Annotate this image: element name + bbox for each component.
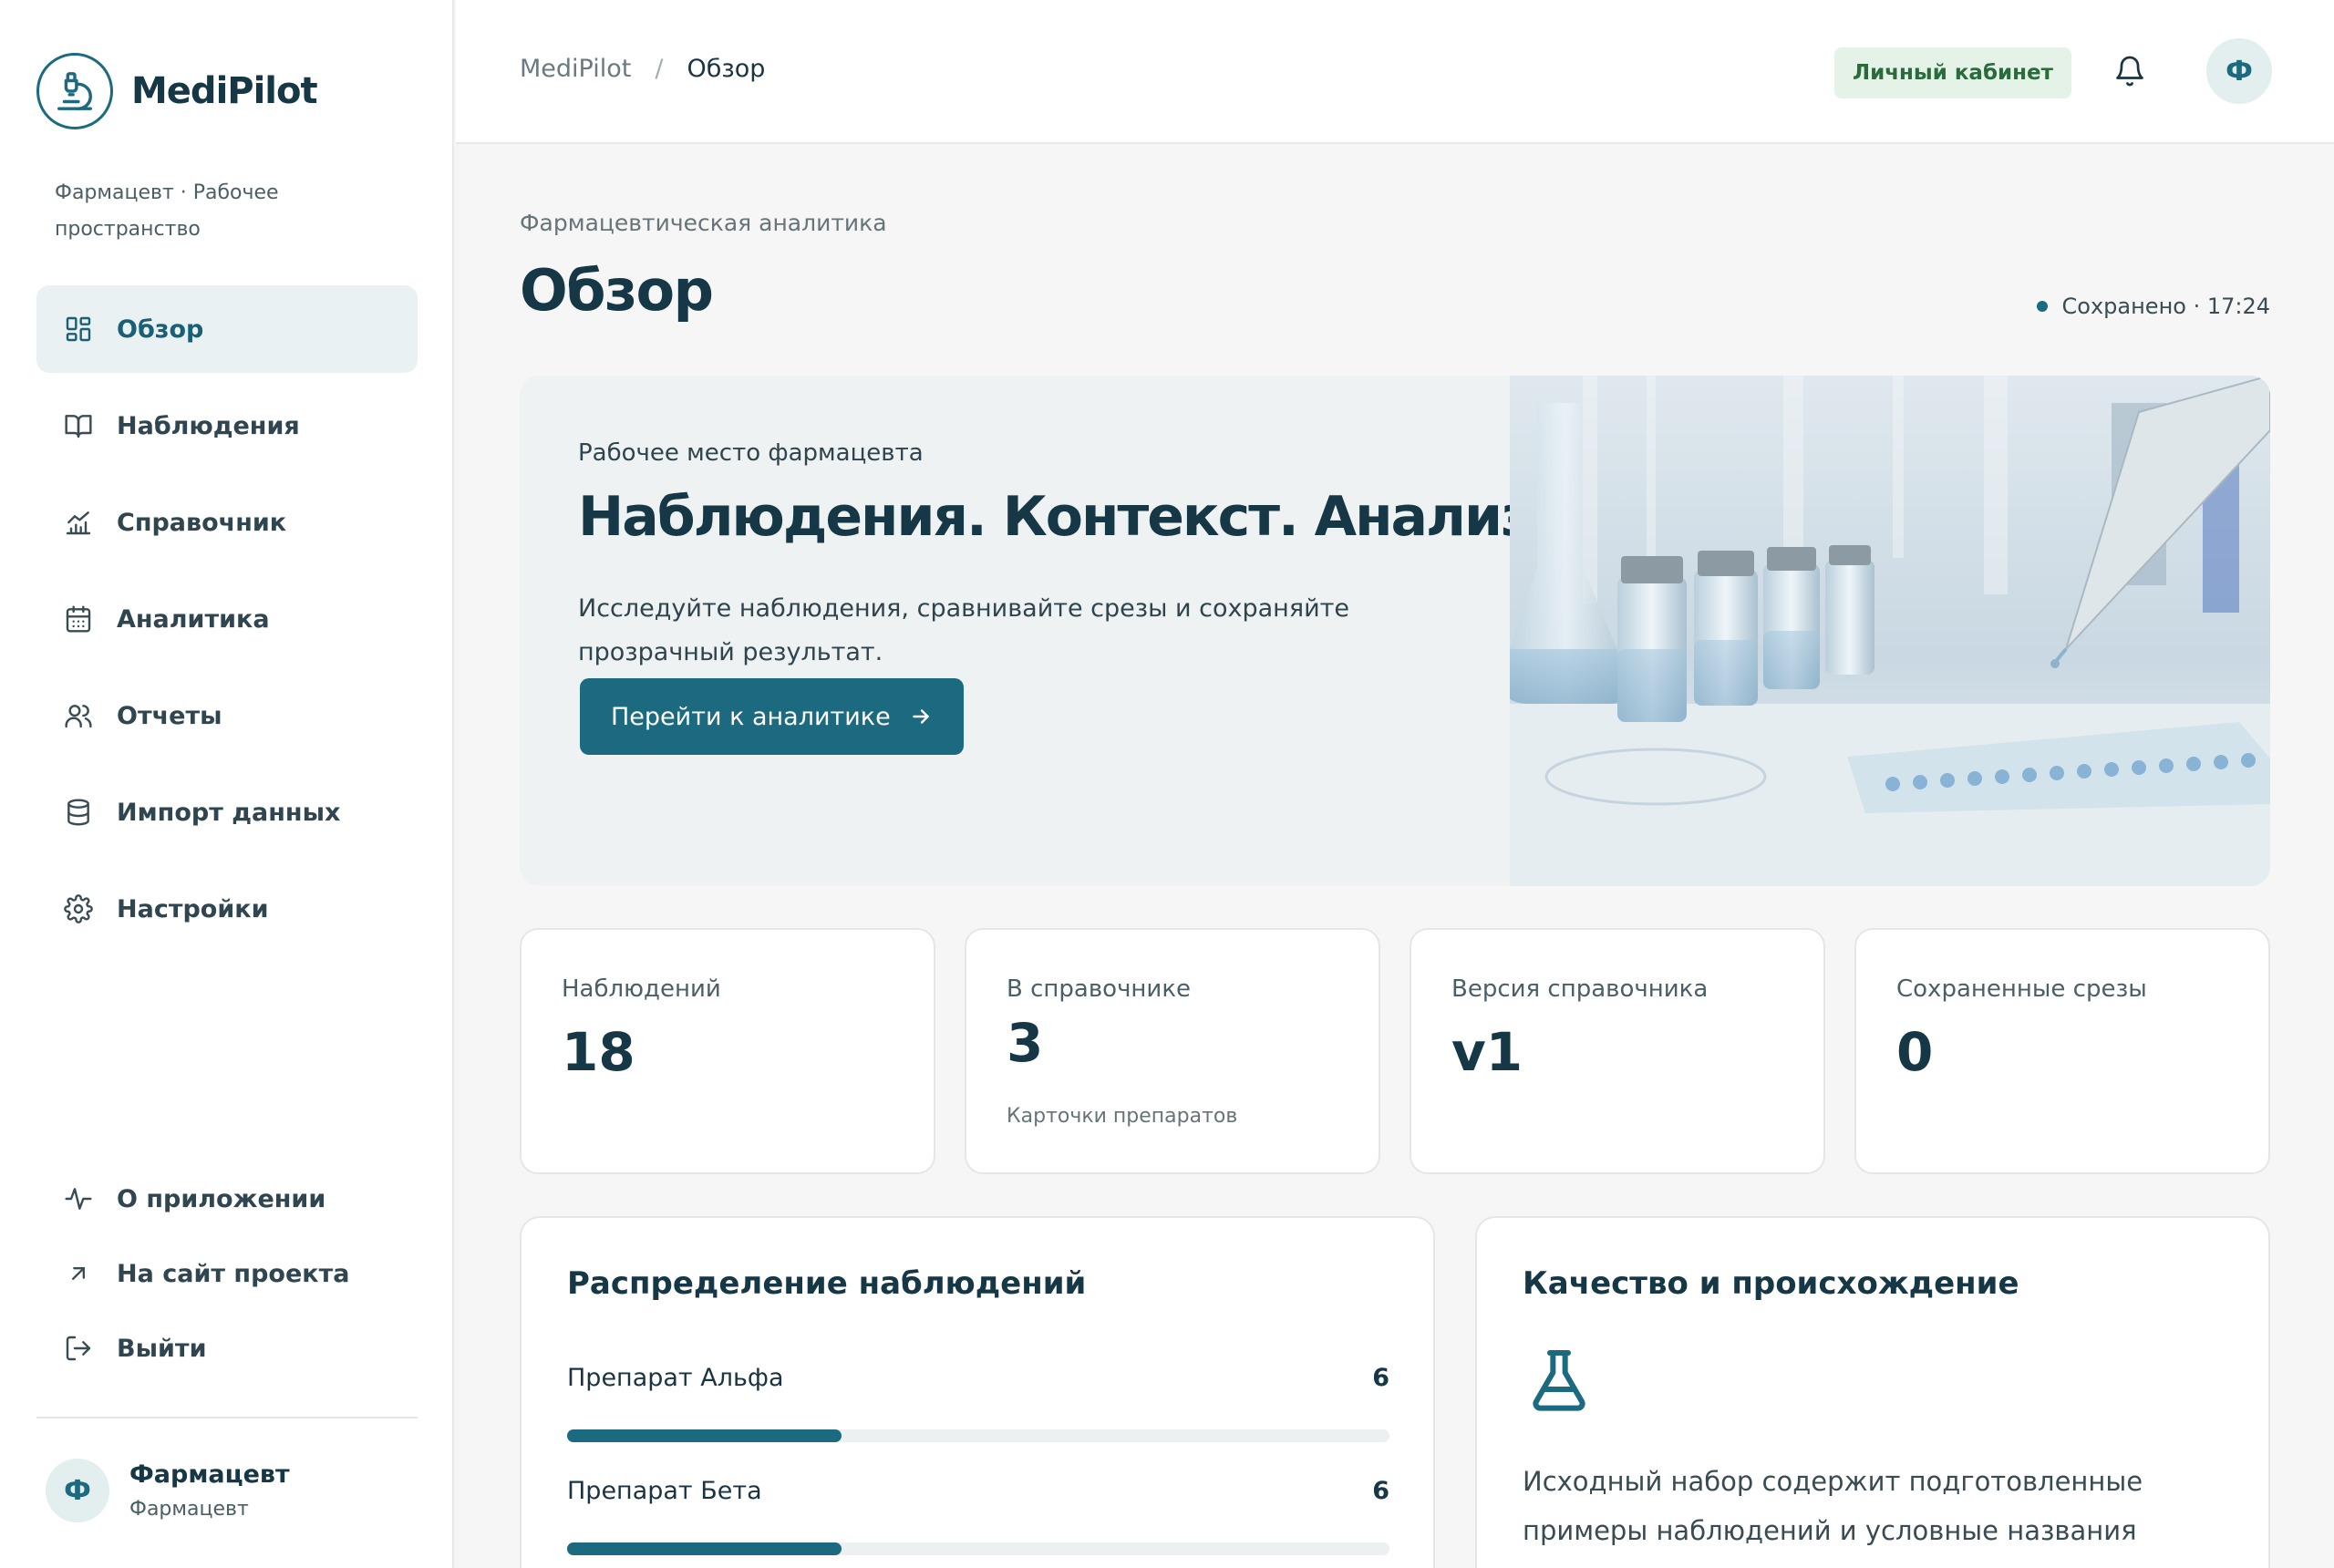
breadcrumb-home[interactable]: MediPilot (520, 55, 631, 83)
calendar-icon (60, 601, 97, 637)
stat-card-reference: В справочнике 3 Карточки препаратов (965, 928, 1380, 1174)
stat-label: Версия справочника (1451, 975, 1709, 1003)
distribution-bar-fill (567, 1429, 842, 1442)
chart-icon (60, 504, 97, 541)
stat-card-reference-version: Версия справочника v1 (1410, 928, 1825, 1174)
main-nav: Обзор Наблюдения Справочник Аналитика От… (36, 285, 418, 962)
stat-card-observations: Наблюдений 18 (520, 928, 935, 1174)
about-link[interactable]: О приложении (36, 1161, 418, 1236)
stat-label: Сохраненные срезы (1896, 975, 2147, 1003)
logout-icon (60, 1330, 97, 1367)
sidebar-item-analytics[interactable]: Аналитика (36, 575, 418, 663)
distribution-row-count: 6 (1372, 1364, 1389, 1392)
sidebar-item-label: Отчеты (117, 701, 222, 730)
stat-card-saved-slices: Сохраненные срезы 0 (1854, 928, 2270, 1174)
sidebar-item-import[interactable]: Импорт данных (36, 769, 418, 856)
stat-value: v1 (1451, 1021, 1523, 1083)
stat-value: 3 (1007, 1012, 1044, 1074)
distribution-title: Распределение наблюдений (567, 1265, 1087, 1302)
logout-label: Выйти (117, 1334, 207, 1363)
brand-name: MediPilot (131, 70, 318, 112)
stat-value: 18 (562, 1021, 635, 1083)
distribution-row-count: 6 (1372, 1477, 1389, 1505)
hero-banner: Рабочее место фармацевта Наблюдения. Кон… (520, 376, 2270, 886)
user-role: Фармацевт (129, 1498, 249, 1521)
sidebar-item-label: Наблюдения (117, 411, 300, 440)
sidebar-item-label: Обзор (117, 315, 204, 344)
breadcrumb: MediPilot / Обзор (520, 55, 765, 83)
distribution-bar-track (567, 1542, 1389, 1555)
distribution-card: Распределение наблюдений Препарат Альфа … (520, 1216, 1435, 1568)
topbar: MediPilot / Обзор Личный кабинет Ф (456, 0, 2334, 144)
quality-title: Качество и происхождение (1523, 1265, 2019, 1302)
distribution-row-name: Препарат Бета (567, 1477, 762, 1505)
project-site-label: На сайт проекта (117, 1259, 350, 1288)
breadcrumb-current: Обзор (687, 55, 766, 83)
hero-description: Исследуйте наблюдения, сравнивайте срезы… (578, 594, 1349, 666)
about-label: О приложении (117, 1184, 326, 1213)
user-info: Фармацевт Фармацевт (129, 1460, 290, 1521)
brand[interactable]: MediPilot (36, 53, 318, 129)
sidebar-item-observations[interactable]: Наблюдения (36, 382, 418, 469)
project-site-link[interactable]: На сайт проекта (36, 1236, 418, 1311)
user-profile[interactable]: Ф Фармацевт Фармацевт (46, 1459, 290, 1522)
distribution-row: Препарат Альфа 6 (567, 1364, 1389, 1442)
sidebar-item-reports[interactable]: Отчеты (36, 672, 418, 759)
personal-account-badge[interactable]: Личный кабинет (1834, 47, 2071, 98)
sidebar: MediPilot Фармацевт · Рабочее пространст… (0, 0, 454, 1568)
avatar: Ф (46, 1459, 109, 1522)
page-eyebrow: Фармацевтическая аналитика (520, 210, 887, 236)
user-name: Фармацевт (129, 1460, 290, 1489)
stat-label: В справочнике (1007, 975, 1192, 1003)
sidebar-item-label: Аналитика (117, 604, 270, 634)
quality-text: Исходный набор содержит подготовленные п… (1523, 1466, 2143, 1546)
sidebar-item-label: Настройки (117, 894, 269, 923)
stats-row: Наблюдений 18 В справочнике 3 Карточки п… (520, 928, 2270, 1174)
hero-subtitle: Рабочее место фармацевта (578, 439, 924, 467)
arrow-right-icon (912, 709, 929, 724)
quality-card: Качество и происхождение Исходный набор … (1475, 1216, 2270, 1568)
users-icon (60, 697, 97, 734)
distribution-row-name: Препарат Альфа (567, 1364, 784, 1392)
bell-icon[interactable] (2110, 51, 2150, 91)
logout-button[interactable]: Выйти (36, 1311, 418, 1386)
distribution-row: Препарат Бета 6 (567, 1477, 1389, 1555)
sidebar-divider (36, 1417, 418, 1418)
sidebar-item-reference[interactable]: Справочник (36, 479, 418, 566)
stat-value: 0 (1896, 1021, 1934, 1083)
distribution-bar-fill (567, 1542, 842, 1555)
lab-vials-image (1510, 376, 2270, 886)
status-dot (2036, 301, 2048, 312)
sidebar-item-label: Справочник (117, 508, 287, 537)
microscope-icon (36, 53, 113, 129)
breadcrumb-separator: / (655, 55, 664, 83)
user-avatar-button[interactable]: Ф (2206, 38, 2272, 104)
book-icon (60, 407, 97, 444)
sidebar-item-overview[interactable]: Обзор (36, 285, 418, 373)
database-icon (60, 794, 97, 830)
hero-headline: Наблюдения. Контекст. Анализ. (578, 485, 1552, 549)
flask-icon (1533, 1350, 1585, 1411)
secondary-nav: О приложении На сайт проекта Выйти (36, 1161, 418, 1386)
stat-label: Наблюдений (562, 975, 721, 1003)
save-status: Сохранено · 17:24 (2036, 294, 2270, 319)
workspace-label: Фармацевт · Рабочее пространство (55, 181, 279, 241)
activity-icon (60, 1181, 97, 1217)
arrow-up-right-icon (60, 1255, 97, 1292)
sidebar-item-settings[interactable]: Настройки (36, 865, 418, 953)
go-to-analytics-button[interactable]: Перейти к аналитике (580, 678, 964, 755)
distribution-bar-track (567, 1429, 1389, 1442)
stat-note: Карточки препаратов (1007, 1105, 1238, 1128)
sidebar-item-label: Импорт данных (117, 798, 341, 827)
go-to-analytics-label: Перейти к аналитике (611, 702, 891, 731)
save-status-text: Сохранено · 17:24 (2061, 294, 2270, 319)
page-title: Обзор (520, 257, 714, 324)
grid-icon (60, 311, 97, 347)
gear-icon (60, 891, 97, 927)
